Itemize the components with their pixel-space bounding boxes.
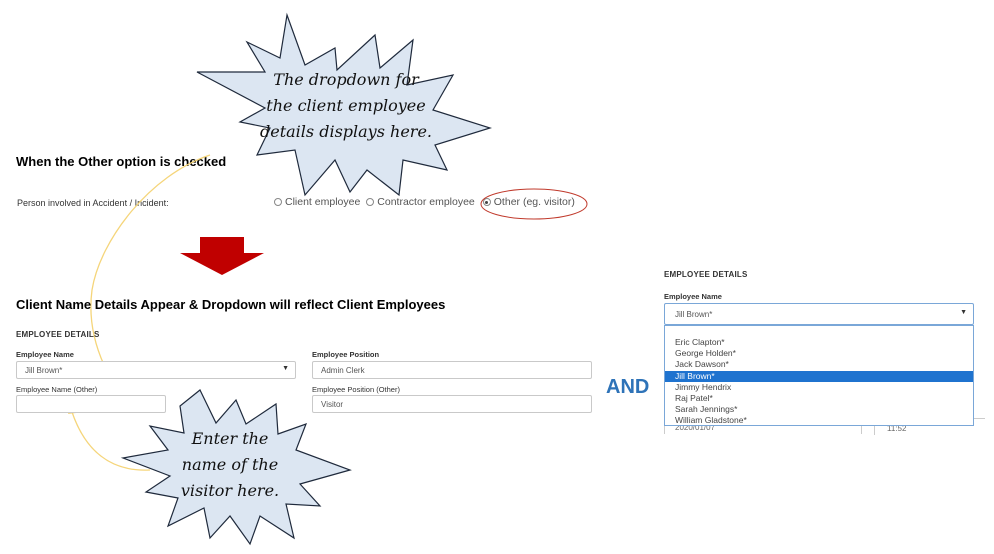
- employee-position-value: Admin Clerk: [321, 366, 365, 375]
- dropdown-option-selected[interactable]: Jill Brown*: [665, 370, 973, 382]
- employee-details-title: EMPLOYEE DETAILS: [16, 330, 100, 339]
- and-label: AND: [606, 376, 650, 398]
- caret-down-icon: ▼: [282, 365, 289, 372]
- dropdown-option[interactable]: Jimmy Hendrix: [665, 382, 973, 393]
- client-details-heading: Client Name Details Appear & Dropdown wi…: [16, 297, 446, 312]
- right-select-value: Jill Brown*: [675, 310, 713, 319]
- dropdown-option[interactable]: Eric Clapton*: [665, 337, 973, 348]
- right-employee-details-title: EMPLOYEE DETAILS: [664, 270, 748, 279]
- employee-dropdown-list[interactable]: Eric Clapton* George Holden* Jack Dawson…: [664, 325, 974, 426]
- employee-name-other-label: Employee Name (Other): [16, 385, 98, 394]
- callout-bottom-line1: Enter the: [191, 429, 269, 448]
- dropdown-option[interactable]: William Gladstone*: [665, 415, 973, 426]
- right-employee-name-label: Employee Name: [664, 292, 722, 301]
- dropdown-option[interactable]: Sarah Jennings*: [665, 404, 973, 415]
- right-employee-name-select[interactable]: Jill Brown* ▼: [664, 303, 974, 325]
- dropdown-option[interactable]: George Holden*: [665, 348, 973, 359]
- employee-position-label: Employee Position: [312, 350, 380, 359]
- callout-bottom-text: Enter the name of the visitor here.: [155, 426, 305, 504]
- employee-name-select-value: Jill Brown*: [25, 366, 63, 375]
- down-arrow-icon: [180, 237, 264, 275]
- employee-position-input[interactable]: Admin Clerk: [312, 361, 592, 379]
- callout-bottom-line3: visitor here.: [180, 481, 280, 500]
- caret-down-icon: ▼: [960, 309, 967, 316]
- employee-name-label: Employee Name: [16, 350, 74, 359]
- dropdown-option[interactable]: Raj Patel*: [665, 393, 973, 404]
- employee-name-select[interactable]: Jill Brown* ▼: [16, 361, 296, 379]
- dropdown-option[interactable]: Jack Dawson*: [665, 359, 973, 370]
- callout-bottom-line2: name of the: [181, 455, 279, 474]
